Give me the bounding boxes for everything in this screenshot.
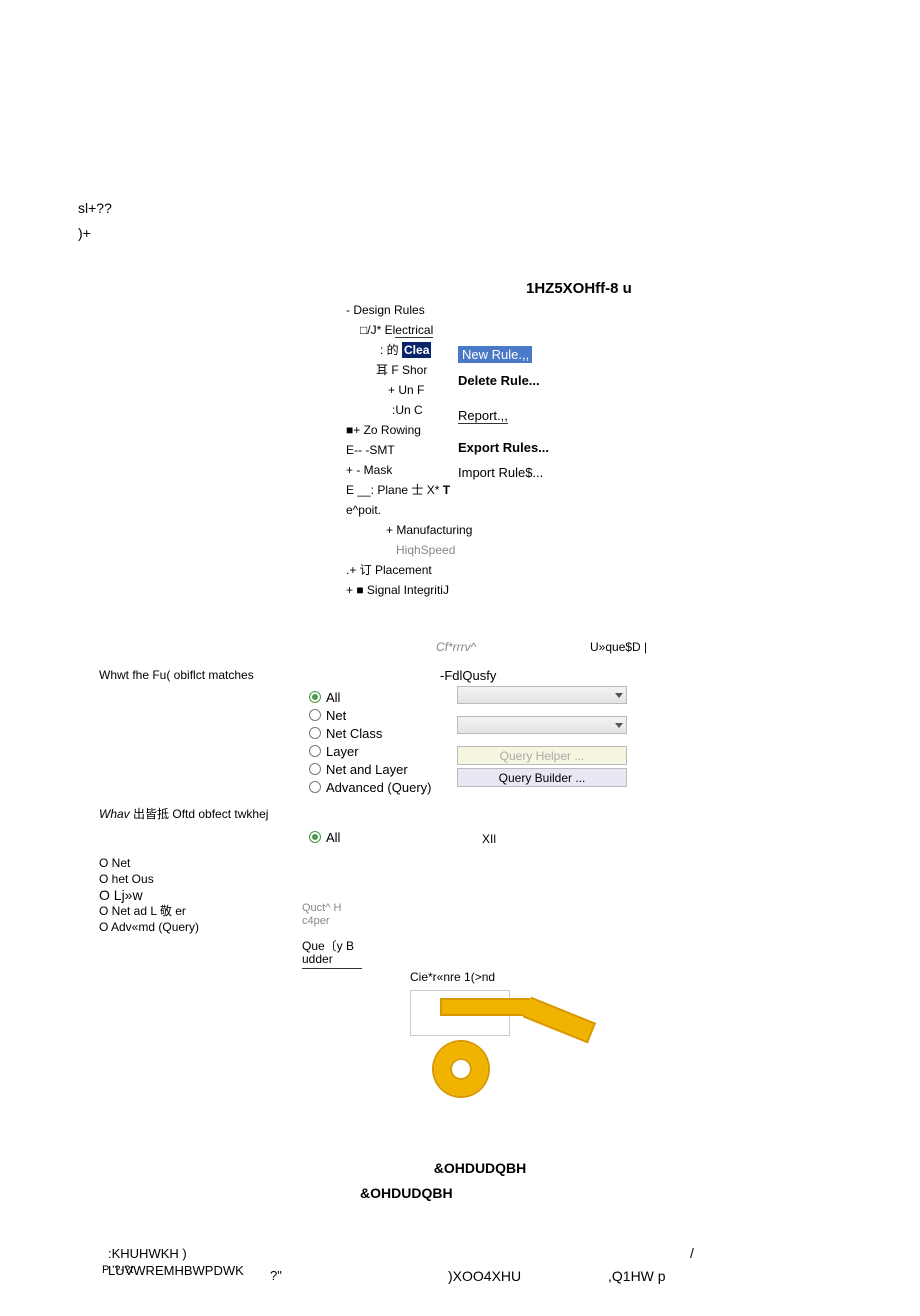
net-dropdown[interactable] xyxy=(457,686,627,704)
menu-delete-rule[interactable]: Delete Rule... xyxy=(458,373,549,388)
dialog-title: 1HZ5XOHff-8 u xyxy=(526,280,632,297)
footer-innet: ,Q1HW p xyxy=(608,1268,666,1284)
second-object-title: Whav 出皆抵 Oftd obfect twkhej xyxy=(99,805,639,822)
query-builder-button[interactable]: Query Builder ... xyxy=(457,768,627,787)
menu-report[interactable]: Report.,, xyxy=(458,408,549,424)
radio-icon xyxy=(309,781,321,793)
tree-electrical-prefix: □/J* El xyxy=(360,323,395,337)
radio-icon xyxy=(309,727,321,739)
second-radio-list: O Net O het Ous O Lj»w O Net ad L 敬 er O… xyxy=(99,855,199,935)
tree-manufacturing[interactable]: + Manufacturing xyxy=(346,520,472,540)
second-radio-group: All xyxy=(309,828,639,846)
net-class-dropdown[interactable] xyxy=(457,716,627,734)
tree-routing[interactable]: ■+ Zo Rowing xyxy=(346,420,472,440)
radio2-all[interactable]: All xyxy=(309,828,639,846)
first-object-title: Whwt fhe Fu( obiflct matches xyxy=(99,668,639,682)
tree-unf[interactable]: + Un F xyxy=(346,380,472,400)
tree-placement[interactable]: .+ 订 Placement xyxy=(346,560,472,580)
tree-plane[interactable]: E __: Plane 士 X* T xyxy=(346,480,472,500)
full-query-label: -FdlQusfy xyxy=(440,668,496,683)
footer-slash: / xyxy=(690,1245,694,1261)
radio-icon xyxy=(309,745,321,757)
second-object-section: Whav 出皆抵 Oftd obfect twkhej All xyxy=(99,805,639,846)
footer-full-query: )XOO4XHU xyxy=(448,1268,521,1284)
trace-shape xyxy=(440,998,600,1016)
tree-design-rules[interactable]: - Design Rules xyxy=(346,300,472,320)
comment-label: Cf*rrrv^ xyxy=(436,640,476,654)
via-shape xyxy=(434,1042,488,1096)
radio-icon xyxy=(309,709,321,721)
menu-export-rules[interactable]: Export Rules... xyxy=(458,440,549,455)
footer-q: ?" xyxy=(270,1268,282,1283)
query-builder-2[interactable]: Que〔y Budder xyxy=(302,940,362,969)
xll-label: XIl xyxy=(482,832,496,846)
chevron-down-icon xyxy=(615,693,623,698)
tree-highspeed[interactable]: HiqhSpeed xyxy=(346,540,472,560)
clearance-label-1: &OHDUDQBH xyxy=(380,1160,580,1176)
query-helper-2[interactable]: Quct^ Hc4per xyxy=(302,902,341,928)
stray-text-2: )+ xyxy=(78,225,91,241)
context-menu: New Rule.,, Delete Rule... Report.,, Exp… xyxy=(458,346,549,490)
tree-plane-a: E __: Plane 士 X* xyxy=(346,483,443,497)
radio-icon xyxy=(309,763,321,775)
tree-mask[interactable]: + - Mask xyxy=(346,460,472,480)
radio2-net-class[interactable]: O het Ous xyxy=(99,871,199,887)
tree-plane-b: T xyxy=(443,483,450,497)
radio-icon xyxy=(309,691,321,703)
tree-short[interactable]: 耳 F Shor xyxy=(346,360,472,380)
radio2-net[interactable]: O Net xyxy=(99,855,199,871)
unique-id-label: U»que$D | xyxy=(590,640,647,654)
tree-unc[interactable]: :Un C xyxy=(346,400,472,420)
tree-clearance-selected[interactable]: Clea xyxy=(402,342,431,358)
tree-electrical[interactable]: □/J* Electrical xyxy=(346,320,472,340)
radio2-layer[interactable]: O Lj»w xyxy=(99,887,199,903)
tree-testpoint[interactable]: e^poit. xyxy=(346,500,472,520)
menu-import-rules[interactable]: Import Rule$... xyxy=(458,465,549,480)
radio2-net-and-layer[interactable]: O Net ad L 敬 er xyxy=(99,903,199,919)
tree-signal-integrity[interactable]: + ■ Signal IntegritiJ xyxy=(346,580,472,600)
tree-electrical-link[interactable]: ectrical xyxy=(395,323,433,338)
tree-smt[interactable]: E-- -SMT xyxy=(346,440,472,460)
chevron-down-icon xyxy=(615,723,623,728)
clearance-graphic xyxy=(400,990,620,1120)
footer-text: :KHUHWKH ) LUVWREMHBWPDWK P '?-?t xyxy=(108,1245,244,1279)
tree-clearance[interactable]: : 的 Clea xyxy=(346,340,472,360)
radio-icon xyxy=(309,831,321,843)
stray-text-1: sl+?? xyxy=(78,200,112,216)
radio2-advanced[interactable]: O Adv«md (Query) xyxy=(99,919,199,935)
clearance-label-2: &OHDUDQBH xyxy=(360,1185,453,1201)
rules-tree[interactable]: - Design Rules □/J* Electrical : 的 Clea … xyxy=(346,300,472,600)
clearance-heading: Cie*r«nre 1(>nd xyxy=(410,970,495,984)
menu-new-rule[interactable]: New Rule.,, xyxy=(458,346,549,363)
tree-clearance-prefix: : 的 xyxy=(380,343,402,357)
query-helper-button[interactable]: Query Helper ... xyxy=(457,746,627,765)
